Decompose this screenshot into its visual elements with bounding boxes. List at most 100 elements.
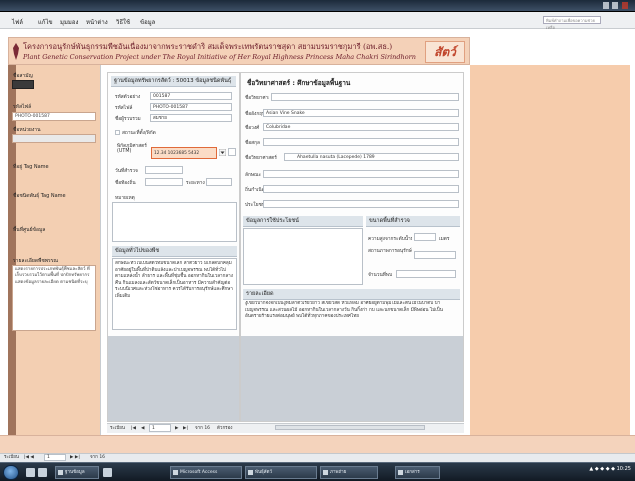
horizontal-scrollbar[interactable]	[275, 425, 425, 430]
detail-field-0[interactable]	[271, 93, 459, 101]
left-label-common-name: ชื่อสามัญ	[13, 73, 33, 79]
dropdown-arrow-icon[interactable]	[219, 149, 226, 156]
detail-field-6[interactable]	[263, 185, 459, 193]
detail-field-1[interactable]: Asian Vine Snake	[263, 109, 459, 117]
database-icon	[58, 470, 63, 475]
status-bar: ระเบียน |◀ ◀ 1 ▶ ▶| จาก 16	[0, 453, 635, 462]
menu-view[interactable]: มุมมอง	[60, 17, 78, 27]
survey-unit-altitude: เมตร	[439, 237, 450, 242]
form-field-local-name[interactable]	[145, 178, 183, 186]
form-label-local-name: ชื่อท้องถิ่น	[115, 181, 136, 186]
menu-edit[interactable]: แก้ไข	[38, 17, 53, 27]
left-label-address-tag: ที่อยู่ Tag Name	[13, 164, 49, 170]
survey-field-altitude[interactable]	[414, 233, 436, 241]
form-label-distance: ระยะทาง	[186, 181, 205, 186]
remarks-text: งูเขียวปากจิ้งจกเป็นงูที่มีลำตัวเรียวยาว…	[245, 301, 443, 320]
taskbar: ฐานข้อมูล Microsoft Access พันธุ์สัตว์ ภ…	[0, 462, 635, 481]
coordinates-field[interactable]: 12.34 1023685 5432	[151, 147, 217, 159]
left-label-agency: ชื่อหน่วยงาน	[13, 127, 41, 133]
status-record-total: จาก 16	[90, 455, 106, 460]
usage-box[interactable]	[243, 228, 363, 285]
document-icon	[398, 470, 403, 475]
description-text: ลักษณะทั่วไปเป็นสัตว์ที่มีขนาดเล็ก ลำตัว…	[115, 261, 234, 299]
status-record-next[interactable]: ▶ ▶|	[70, 454, 80, 462]
detail-gray-area	[241, 336, 463, 421]
detail-field-7[interactable]	[263, 200, 459, 208]
left-field-agency[interactable]	[12, 134, 96, 143]
category-mark: สัตว์	[425, 41, 465, 63]
usage-header: ข้อมูลการใช้ประโยชน์	[243, 216, 363, 227]
header-banner: โครงการอนุรักษ์พันธุกรรมพืชอันเนื่องมาจา…	[8, 37, 470, 65]
taskbar-item-access[interactable]: Microsoft Access	[170, 466, 242, 479]
status-record-first[interactable]: |◀ ◀	[24, 454, 34, 462]
status-record-current[interactable]: 1	[44, 454, 66, 461]
record-nav-filter[interactable]: ตัวกรอง	[217, 424, 233, 433]
taskbar-item-species[interactable]: พันธุ์สัตว์	[245, 466, 317, 479]
taskbar-item-database[interactable]: ฐานข้อมูล	[55, 466, 99, 479]
system-tray[interactable]: ▲ ◆ ◆ ◆ ◆ 10:25	[589, 466, 631, 472]
record-nav-current[interactable]: 1	[149, 424, 171, 432]
form-field-survey-date[interactable]	[145, 166, 183, 174]
detail-field-4[interactable]: Ahaetulla nasuta (Lacepede) 1789	[284, 153, 459, 161]
form-field-file-code[interactable]: PHOTO-001587	[150, 103, 232, 111]
record-nav-total: จาก 16	[195, 426, 211, 431]
left-field-common-name[interactable]	[12, 80, 34, 89]
menu-help[interactable]: วิธีใช้	[116, 17, 130, 27]
banner-title-thai: โครงการอนุรักษ์พันธุกรรมพืชอันเนื่องมาจา…	[23, 42, 393, 51]
survey-label-status: สถานภาพการอนุรักษ์	[368, 249, 412, 254]
left-label-area: พื้นที่ศูนย์ข้อมูล	[13, 227, 46, 233]
access-icon	[173, 470, 178, 475]
detail-title: ชื่อวิทยาศาสตร์ : ศึกษาข้อมูลพื้นฐาน	[247, 79, 351, 87]
detail-field-2[interactable]: Colubridae	[263, 123, 459, 131]
menu-bar: ไฟล์ แก้ไข มุมมอง หน้าต่าง วิธีใช้ ข้อมู…	[0, 12, 635, 30]
form-label-coordinates: พิกัดภูมิศาสตร์ (UTM)	[117, 144, 147, 154]
survey-field-count[interactable]	[396, 270, 456, 278]
form-field-distance[interactable]	[206, 178, 232, 186]
detail-field-3[interactable]	[263, 138, 459, 146]
detail-field-5[interactable]	[263, 170, 459, 178]
app-icon[interactable]	[103, 468, 112, 477]
form-field-collector[interactable]: สมชาย	[150, 114, 232, 122]
form-header: ฐานข้อมูลทรัพยากรสัตว์ : 50013 ข้อมูลชนิ…	[111, 76, 236, 87]
menu-file[interactable]: ไฟล์	[12, 17, 23, 27]
start-button[interactable]	[3, 465, 19, 480]
maximize-button[interactable]	[612, 2, 618, 9]
survey-field-status[interactable]	[414, 251, 456, 259]
form-label-collector: ชื่อผู้รวบรวม	[115, 117, 141, 122]
record-nav-next[interactable]: ▶	[175, 424, 178, 433]
left-label-species-tag: ชื่อชนิดพันธุ์ Tag Name	[13, 193, 66, 199]
left-note-text: แสดงรายการประเภทพันธุ์พืชและสัตว์ ที่เก็…	[12, 265, 96, 331]
survey-area-header: ขนาดพื้นที่สำรวจ	[366, 216, 460, 227]
minimize-button[interactable]	[603, 2, 609, 9]
location-checkbox[interactable]	[115, 130, 120, 135]
menu-window[interactable]: หน้าต่าง	[86, 17, 108, 27]
form-field-extra[interactable]	[228, 148, 236, 156]
record-nav-label: ระเบียน	[110, 426, 125, 431]
close-button[interactable]	[622, 2, 628, 9]
crest-icon	[13, 43, 19, 60]
banner-title-english: Plant Genetic Conservation Project under…	[23, 53, 416, 61]
detail-label-4: ชื่อวิทยาศาสตร์	[245, 156, 277, 161]
form-field-specimen-id[interactable]: 001587	[150, 92, 232, 100]
left-field-file-code[interactable]: PHOTO-001587	[12, 112, 96, 121]
location-checkbox-label: สถานะที่ตั้ง/พิกัด	[122, 131, 156, 136]
record-nav-prev[interactable]: ◀	[141, 424, 144, 433]
form-label-file-code: รหัสไฟล์	[115, 106, 133, 111]
record-nav-last[interactable]: ▶|	[183, 424, 188, 433]
taskbar-item-photo[interactable]: ภาพถ่าย	[320, 466, 378, 479]
detail-label-6: ถิ่นกำเนิด	[245, 188, 265, 193]
window-titlebar	[0, 0, 635, 12]
detail-label-0: ชื่อวิทยาศาสตร์/ชื่อพื้นบ้าน	[245, 96, 269, 101]
form-remarks-box[interactable]	[112, 202, 237, 242]
help-search-box[interactable]: พิมพ์คำถามเพื่อขอความช่วยเหลือ	[543, 16, 601, 30]
right-background-pane	[470, 65, 630, 435]
explorer-icon[interactable]	[26, 468, 35, 477]
status-record-label: ระเบียน	[4, 455, 19, 460]
browser-icon[interactable]	[38, 468, 47, 477]
detail-label-5: ลักษณะ	[245, 173, 262, 178]
form-label-remarks: หมายเหตุ	[115, 196, 135, 201]
record-nav-first[interactable]: |◀	[131, 424, 136, 433]
menu-data[interactable]: ข้อมูล	[140, 17, 155, 27]
taskbar-item-document[interactable]: เอกสาร	[395, 466, 440, 479]
folder-icon	[248, 470, 253, 475]
